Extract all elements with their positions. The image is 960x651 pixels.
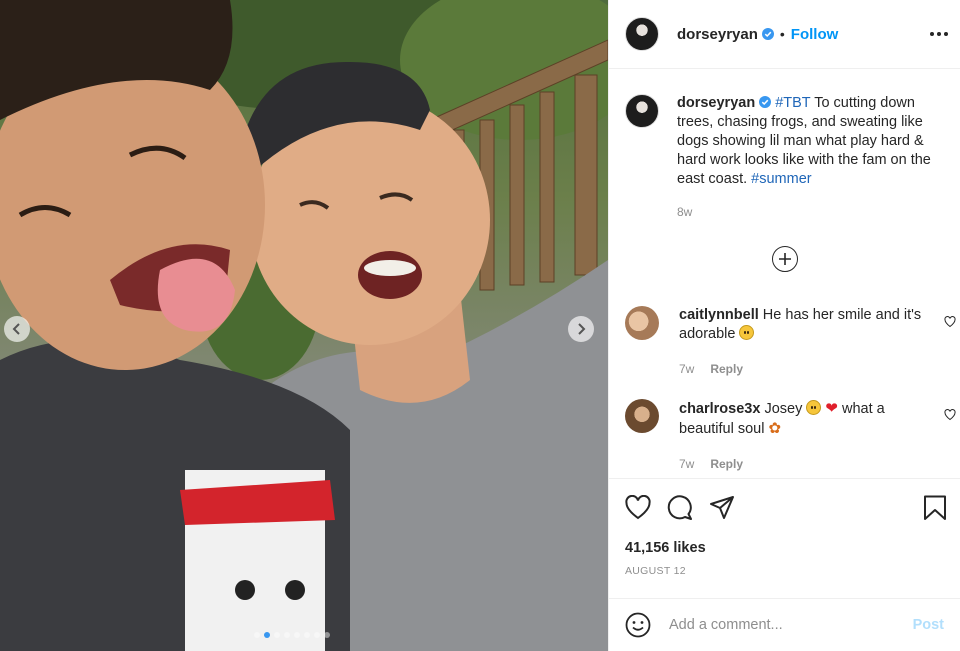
chevron-right-icon <box>578 323 586 335</box>
avatar[interactable] <box>625 399 659 433</box>
add-comment-bar: Post <box>609 598 960 651</box>
comments-scroll-area[interactable]: dorseyryan #TBT To cutting down trees, c… <box>609 70 960 478</box>
carousel-dots <box>254 632 330 638</box>
chevron-left-icon <box>12 323 20 335</box>
plus-circle-icon[interactable] <box>771 246 798 272</box>
likes-count[interactable]: 41,156 likes <box>609 523 960 556</box>
separator-dot: • <box>779 26 785 42</box>
verified-badge-icon <box>761 28 774 40</box>
more-options-icon[interactable] <box>930 25 948 43</box>
avatar[interactable] <box>625 306 659 340</box>
photo-scene <box>0 0 608 651</box>
carousel-dot <box>314 632 320 638</box>
action-icons <box>609 479 960 523</box>
comment-input[interactable] <box>669 617 913 633</box>
caption-username[interactable]: dorseyryan <box>677 95 755 111</box>
comment-body: charlrose3x Josey ❤ what a beautiful sou… <box>679 399 923 474</box>
bookmark-icon[interactable] <box>922 495 948 521</box>
post-caption: dorseyryan #TBT To cutting down trees, c… <box>609 70 960 222</box>
pleading-face-emoji-icon <box>806 400 822 415</box>
post-date[interactable]: AUGUST 12 <box>609 556 960 577</box>
previous-photo-button[interactable] <box>4 316 30 342</box>
header-username[interactable]: dorseyryan <box>677 26 758 43</box>
caption-timestamp[interactable]: 8w <box>677 203 948 222</box>
post-actions: 41,156 likes AUGUST 12 <box>609 478 960 598</box>
post-comment-button[interactable]: Post <box>913 617 944 633</box>
carousel-dot <box>254 632 260 638</box>
comment-timestamp[interactable]: 7w <box>679 455 694 474</box>
comment-meta: 7w Reply <box>679 455 923 474</box>
comment-body: caitlynnbell He has her smile and it's a… <box>679 306 923 379</box>
comment-timestamp[interactable]: 7w <box>679 360 694 379</box>
carousel-dot <box>304 632 310 638</box>
share-icon[interactable] <box>709 495 735 521</box>
load-more-comments <box>609 246 960 272</box>
carousel-dot <box>274 632 280 638</box>
post-header: dorseyryan • Follow <box>609 0 960 69</box>
follow-button[interactable]: Follow <box>791 26 839 43</box>
next-photo-button[interactable] <box>568 316 594 342</box>
post-side-panel: dorseyryan • Follow dorseyryan #TBT To c… <box>608 0 960 651</box>
red-heart-emoji-icon: ❤ <box>825 400 838 417</box>
caption-body: dorseyryan #TBT To cutting down trees, c… <box>677 94 948 222</box>
emoji-icon[interactable] <box>625 612 651 638</box>
like-comment-heart-icon[interactable] <box>944 316 956 328</box>
carousel-dot <box>324 632 330 638</box>
hashtag-link[interactable]: #summer <box>751 171 811 187</box>
comment-username[interactable]: caitlynnbell <box>679 307 759 323</box>
reply-button[interactable]: Reply <box>710 360 743 379</box>
reply-button[interactable]: Reply <box>710 455 743 474</box>
like-comment-heart-icon[interactable] <box>944 409 956 421</box>
post-photo <box>0 0 608 651</box>
heart-icon[interactable] <box>625 495 651 521</box>
comment-item: caitlynnbell He has her smile and it's a… <box>609 306 960 379</box>
caption-avatar[interactable] <box>625 94 659 128</box>
verified-badge-icon <box>759 96 772 108</box>
comment-text: Josey <box>760 401 807 417</box>
comment-meta: 7w Reply <box>679 360 923 379</box>
hashtag-link[interactable]: #TBT <box>775 95 810 111</box>
comment-username[interactable]: charlrose3x <box>679 401 760 417</box>
comment-item: charlrose3x Josey ❤ what a beautiful sou… <box>609 399 960 474</box>
avatar[interactable] <box>625 17 659 51</box>
carousel-dot <box>294 632 300 638</box>
carousel-dot <box>284 632 290 638</box>
carousel-dot-active <box>264 632 270 638</box>
pleading-face-emoji-icon <box>739 325 755 340</box>
butterfly-emoji-icon: ✿ <box>768 420 782 437</box>
comment-icon[interactable] <box>667 495 693 521</box>
